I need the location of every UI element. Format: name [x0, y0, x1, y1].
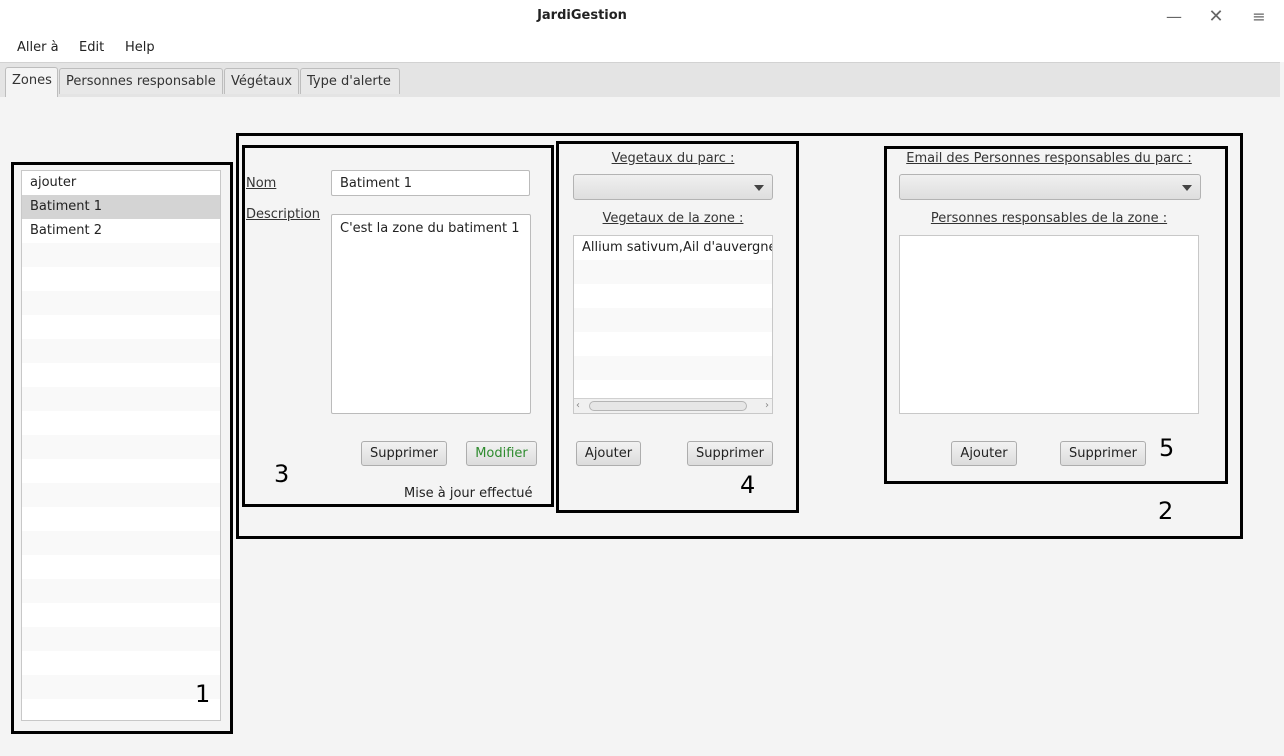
list-item-empty [22, 387, 220, 411]
list-item-empty [574, 308, 772, 332]
list-item-empty [22, 363, 220, 387]
status-message: Mise à jour effectué [404, 486, 533, 501]
tab-type-alerte[interactable]: Type d'alerte [300, 68, 400, 94]
list-item-empty [574, 332, 772, 356]
list-item-empty [22, 339, 220, 363]
list-item-empty [22, 699, 220, 720]
zone-list[interactable]: ajouter Batiment 1 Batiment 2 [21, 170, 221, 721]
annotation-number-4: 4 [740, 471, 756, 499]
scrollbar-thumb[interactable] [589, 401, 747, 411]
chevron-down-icon [754, 185, 764, 191]
list-item-empty [22, 243, 220, 267]
list-item-empty [22, 267, 220, 291]
list-item-empty [22, 411, 220, 435]
list-item-empty [22, 675, 220, 699]
description-textarea[interactable]: C'est la zone du batiment 1 [331, 214, 531, 414]
list-item-empty [22, 315, 220, 339]
delete-zone-button[interactable]: Supprimer [361, 441, 447, 466]
list-item-empty [22, 483, 220, 507]
zone-list-item-batiment-2[interactable]: Batiment 2 [22, 219, 220, 243]
list-item-empty [574, 260, 772, 284]
annotation-number-1: 1 [195, 680, 211, 708]
tab-zones[interactable]: Zones [5, 67, 58, 97]
annotation-number-5: 5 [1159, 434, 1175, 462]
annotation-number-2: 2 [1158, 497, 1174, 525]
add-personne-button[interactable]: Ajouter [951, 441, 1017, 466]
email-personnes-combobox[interactable] [899, 174, 1201, 200]
horizontal-scrollbar[interactable]: ‹ › [574, 398, 772, 413]
personnes-zone-label: Personnes responsables de la zone : [930, 211, 1168, 226]
annotation-number-3: 3 [274, 460, 290, 488]
hamburger-menu-icon[interactable]: ≡ [1248, 6, 1270, 28]
vegetaux-zone-item[interactable]: Allium sativum,Ail d'auvergne [574, 236, 772, 260]
scroll-left-icon[interactable]: ‹ [576, 399, 580, 413]
vegetaux-zone-list[interactable]: Allium sativum,Ail d'auvergne ‹ › [573, 235, 773, 414]
list-item-empty [22, 531, 220, 555]
scroll-right-icon[interactable]: › [765, 399, 769, 413]
window-title: JardiGestion [537, 8, 627, 23]
personnes-zone-list[interactable] [899, 235, 1199, 414]
nom-input[interactable] [331, 170, 530, 196]
description-label: Description [246, 207, 321, 222]
list-item-empty [22, 291, 220, 315]
list-item-empty [22, 651, 220, 675]
delete-personne-button[interactable]: Supprimer [1060, 441, 1146, 466]
chevron-down-icon [1182, 185, 1192, 191]
list-item-empty [22, 507, 220, 531]
menu-help[interactable]: Help [125, 40, 155, 55]
add-vegetal-button[interactable]: Ajouter [576, 441, 641, 466]
menu-edit[interactable]: Edit [79, 40, 104, 55]
list-item-empty [574, 356, 772, 380]
tab-vegetaux[interactable]: Végétaux [224, 68, 299, 94]
minimize-icon[interactable]: — [1163, 6, 1185, 28]
list-item-empty [22, 435, 220, 459]
vegetaux-parc-combobox[interactable] [573, 174, 773, 200]
email-personnes-label: Email des Personnes responsables du parc… [906, 151, 1192, 166]
vegetaux-zone-label: Vegetaux de la zone : [602, 211, 744, 226]
nom-label: Nom [246, 176, 277, 191]
delete-vegetal-button[interactable]: Supprimer [687, 441, 773, 466]
list-item-empty [22, 555, 220, 579]
close-icon[interactable]: ✕ [1205, 6, 1227, 28]
zone-list-item-batiment-1[interactable]: Batiment 1 [22, 195, 220, 219]
menu-aller-a[interactable]: Aller à [17, 40, 59, 55]
list-item-empty [574, 284, 772, 308]
modify-zone-button[interactable]: Modifier [466, 441, 537, 466]
menu-bar [0, 34, 1284, 62]
list-item-empty [22, 459, 220, 483]
vegetaux-parc-label: Vegetaux du parc : [611, 151, 735, 166]
list-item-empty [22, 603, 220, 627]
list-item-empty [22, 579, 220, 603]
zone-list-item-ajouter[interactable]: ajouter [22, 171, 220, 195]
list-item-empty [22, 627, 220, 651]
tab-personnes-responsable[interactable]: Personnes responsable [59, 68, 223, 94]
